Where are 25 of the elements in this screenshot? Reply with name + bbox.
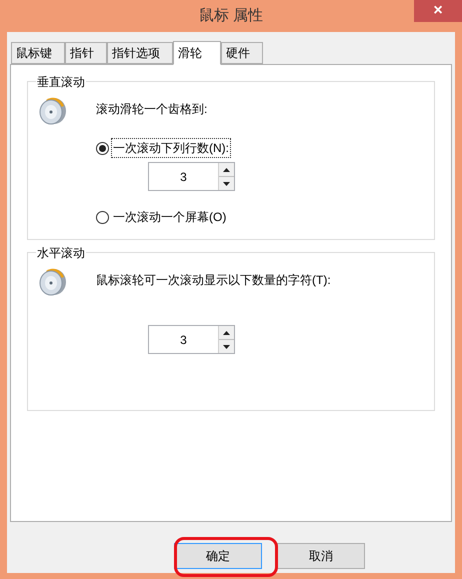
down-arrow-icon: [223, 344, 230, 348]
tab[interactable]: 鼠标键: [11, 42, 65, 64]
dialog-button[interactable]: 确定: [174, 543, 262, 569]
radio-button[interactable]: [96, 142, 109, 154]
tab[interactable]: 滑轮: [173, 41, 221, 65]
group-prompt: 鼠标滚轮可一次滚动显示以下数量的字符(T):: [96, 272, 331, 289]
spinner-value: 3: [179, 332, 188, 348]
tab[interactable]: 指针选项: [107, 42, 173, 64]
up-arrow-icon: [223, 330, 230, 334]
spinner-value: 3: [179, 168, 188, 186]
close-button[interactable]: ×: [414, 0, 462, 22]
number-spinner[interactable]: 3: [148, 162, 235, 191]
up-arrow-icon: [223, 168, 230, 172]
radio-button[interactable]: [96, 210, 109, 224]
group-title: 水平滚动: [36, 244, 86, 262]
dialog-button[interactable]: 取消: [277, 543, 365, 569]
radio-label[interactable]: 一次滚动下列行数(N):: [111, 138, 231, 158]
tab[interactable]: 指针: [65, 42, 107, 64]
group-title: 垂直滚动: [36, 73, 86, 91]
number-spinner[interactable]: 3: [148, 325, 235, 354]
tab[interactable]: 硬件: [221, 42, 263, 64]
down-arrow-icon: [223, 182, 230, 186]
window-title: 鼠标 属性: [198, 6, 264, 26]
radio-label[interactable]: 一次滚动一个屏幕(O): [111, 207, 228, 227]
group-prompt: 滚动滑轮一个齿格到:: [96, 101, 208, 118]
